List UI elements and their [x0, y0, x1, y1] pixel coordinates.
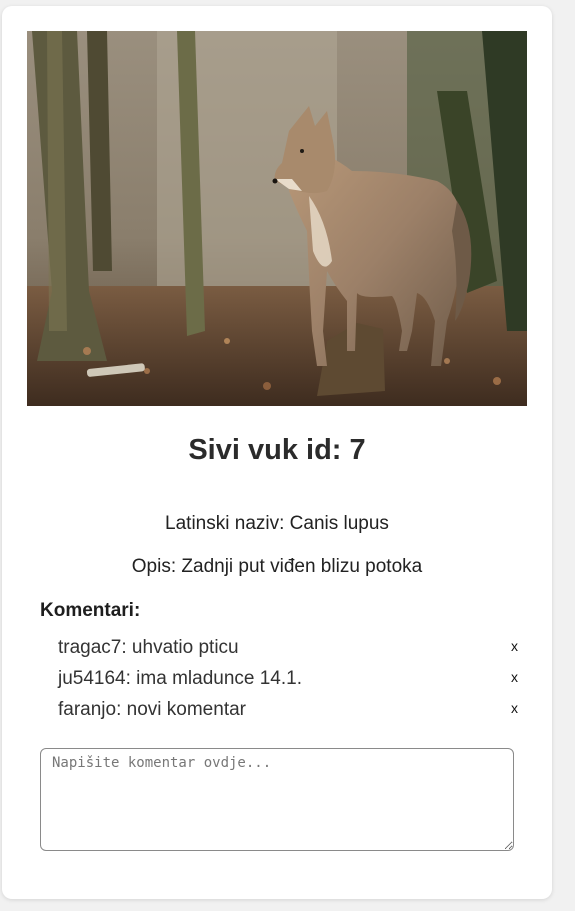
latin-name: Latinski naziv: Canis lupus: [165, 513, 389, 534]
comments-heading: Komentari:: [40, 600, 141, 621]
animal-photo: [27, 31, 527, 406]
delete-comment-button[interactable]: x: [509, 669, 520, 685]
comment-item: tragac7: uhvatio pticu x: [40, 632, 520, 663]
page-title: Sivi vuk id: 7: [188, 434, 366, 466]
wolf-photo-illustration: [27, 31, 527, 406]
comment-input[interactable]: [40, 748, 514, 851]
animal-card: Sivi vuk id: 7 Latinski naziv: Canis lup…: [2, 6, 552, 899]
comment-text: tragac7: uhvatio pticu: [58, 637, 239, 658]
comment-item: faranjo: novi komentar x: [40, 694, 520, 725]
delete-comment-button[interactable]: x: [509, 638, 520, 654]
comment-text: faranjo: novi komentar: [58, 699, 246, 720]
description: Opis: Zadnji put viđen blizu potoka: [131, 556, 423, 577]
delete-comment-button[interactable]: x: [509, 700, 520, 716]
comment-text: ju54164: ima mladunce 14.1.: [58, 668, 302, 689]
comments-list: tragac7: uhvatio pticu x ju54164: ima ml…: [40, 632, 520, 725]
comment-item: ju54164: ima mladunce 14.1. x: [40, 663, 520, 694]
